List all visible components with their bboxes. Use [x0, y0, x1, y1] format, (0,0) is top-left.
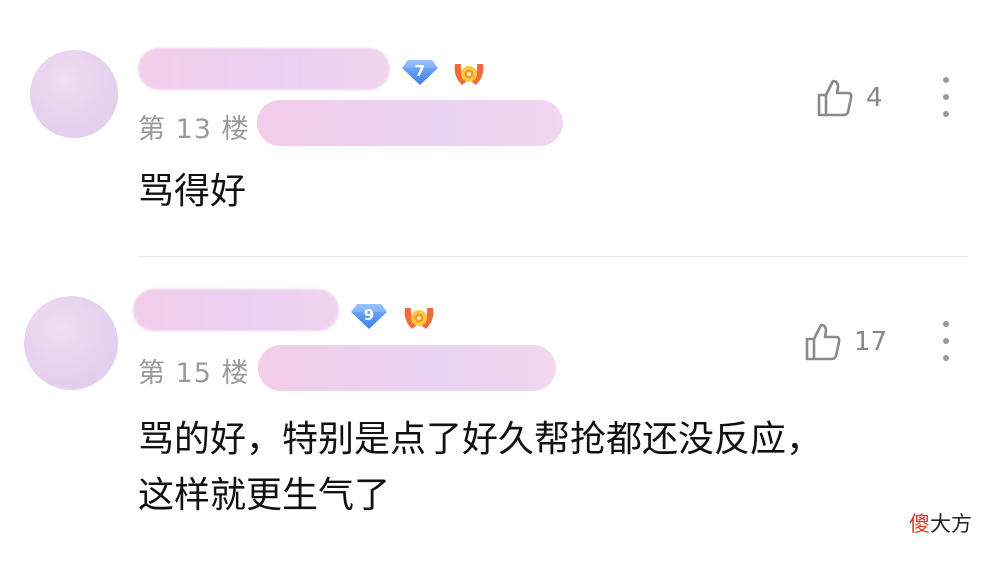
thumbs-up-icon — [817, 79, 853, 117]
like-button[interactable]: 17 — [804, 320, 887, 364]
watermark-highlight: 傻 — [909, 512, 930, 536]
meta-redacted — [258, 345, 556, 391]
floor-label: 第 13 楼 — [138, 114, 250, 145]
comment-item: 9 第 15 楼 骂的好，特别是点了好久帮抢都还没反应， 这样就更生气了 17 — [0, 258, 1000, 561]
comment-text: 骂得好 — [138, 171, 247, 212]
meta-redacted — [257, 100, 563, 146]
more-options-icon[interactable] — [941, 77, 951, 117]
like-button[interactable]: 4 — [816, 76, 883, 120]
level-badge: 7 — [401, 58, 439, 86]
watermark: 傻大方 — [909, 508, 972, 538]
comment-text: 骂的好，特别是点了好久帮抢都还没反应， 这样就更生气了 — [138, 419, 823, 516]
avatar[interactable] — [24, 296, 118, 390]
username-redacted[interactable] — [133, 289, 339, 331]
level-badge: 9 — [350, 302, 388, 330]
medal-icon — [454, 64, 484, 85]
watermark-rest: 大方 — [930, 512, 972, 536]
level-number: 7 — [414, 61, 426, 80]
thumbs-up-icon — [805, 323, 841, 361]
like-count: 4 — [866, 83, 883, 113]
level-number: 9 — [363, 305, 375, 324]
medal-icon — [404, 308, 434, 329]
comment-item: 7 第 13 楼 骂得好 4 — [0, 0, 1000, 258]
avatar[interactable] — [30, 50, 118, 138]
floor-label: 第 15 楼 — [138, 358, 250, 389]
like-count: 17 — [854, 327, 888, 357]
username-redacted[interactable] — [138, 48, 390, 90]
more-options-icon[interactable] — [941, 321, 951, 361]
divider — [138, 256, 968, 257]
